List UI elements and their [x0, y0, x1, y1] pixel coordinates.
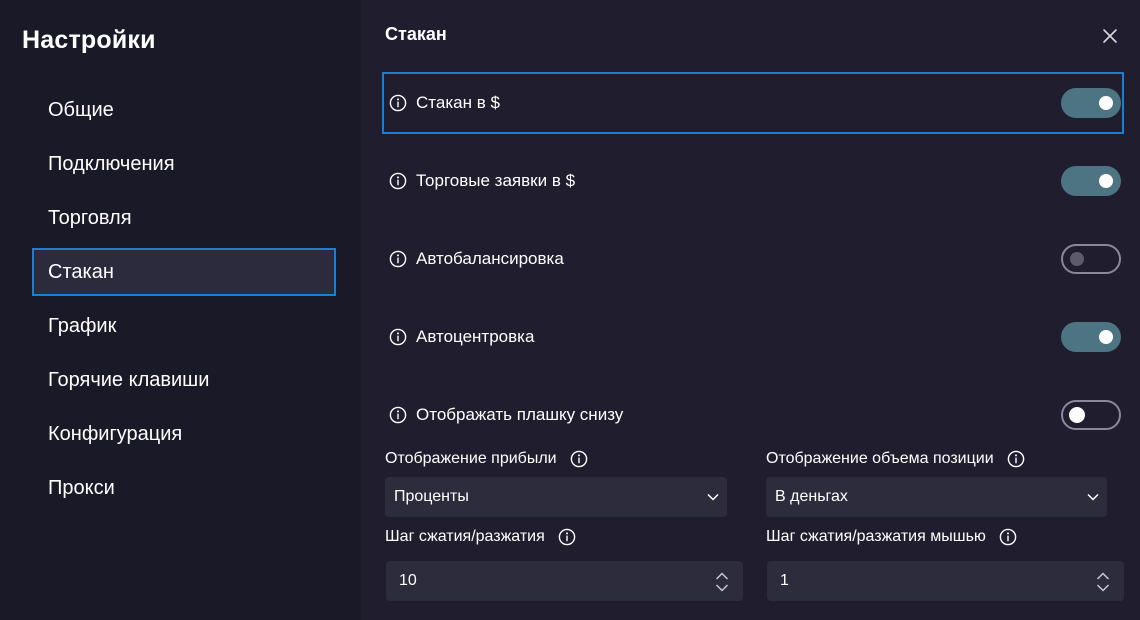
- info-icon[interactable]: [1007, 450, 1025, 468]
- sidebar-item-proxy[interactable]: Прокси: [32, 464, 336, 512]
- settings-panel: Стакан Стакан в $ Торговые заявки в $ Ав…: [361, 0, 1140, 620]
- toggle-knob: [1070, 252, 1084, 266]
- stepper-value: 1: [780, 572, 789, 589]
- info-icon[interactable]: [389, 328, 407, 346]
- info-icon[interactable]: [389, 94, 407, 112]
- select-value: Проценты: [394, 488, 469, 505]
- toggle-knob: [1099, 330, 1113, 344]
- toggle-row-bottom-bar: Отображать плашку снизу: [382, 384, 1124, 446]
- chevron-down-icon: [707, 493, 719, 501]
- toggle-label: Торговые заявки в $: [416, 171, 576, 190]
- toggle-label: Автобалансировка: [416, 249, 564, 268]
- sidebar-item-hotkeys[interactable]: Горячие клавиши: [32, 356, 336, 404]
- zoom-step-input[interactable]: 10: [386, 561, 743, 601]
- info-icon[interactable]: [389, 406, 407, 424]
- settings-sidebar: Настройки Общие Подключения Торговля Ста…: [0, 0, 361, 620]
- sidebar-item-configuration[interactable]: Конфигурация: [32, 410, 336, 458]
- toggle-label: Стакан в $: [416, 93, 500, 112]
- order-book-usd-toggle[interactable]: [1061, 88, 1121, 118]
- sidebar-item-general[interactable]: Общие: [32, 86, 336, 134]
- mouse-zoom-step-label-text: Шаг сжатия/разжатия мышью: [766, 528, 986, 545]
- sidebar-item-connections[interactable]: Подключения: [32, 140, 336, 188]
- toggle-row-autobalance: Автобалансировка: [382, 228, 1124, 290]
- autocenter-toggle[interactable]: [1061, 322, 1121, 352]
- panel-title: Стакан: [385, 24, 447, 44]
- profit-display-label: Отображение прибыли: [385, 450, 588, 468]
- position-volume-label: Отображение объема позиции: [766, 450, 1025, 468]
- profit-display-label-text: Отображение прибыли: [385, 450, 557, 467]
- toggle-row-autocenter: Автоцентровка: [382, 306, 1124, 368]
- toggle-knob: [1099, 96, 1113, 110]
- info-icon[interactable]: [999, 528, 1017, 546]
- zoom-step-label: Шаг сжатия/разжатия: [385, 528, 576, 546]
- toggle-label: Автоцентровка: [416, 327, 535, 346]
- mouse-zoom-step-label: Шаг сжатия/разжатия мышью: [766, 528, 1017, 546]
- toggle-row-orders-usd: Торговые заявки в $: [382, 150, 1124, 212]
- info-icon[interactable]: [558, 528, 576, 546]
- mouse-zoom-step-input[interactable]: 1: [767, 561, 1124, 601]
- stepper-arrows-icon[interactable]: [714, 571, 730, 593]
- profit-display-select[interactable]: Проценты: [385, 477, 727, 517]
- position-volume-select[interactable]: В деньгах: [766, 477, 1107, 517]
- select-value: В деньгах: [775, 488, 848, 505]
- stepper-arrows-icon[interactable]: [1095, 571, 1111, 593]
- toggle-label: Отображать плашку снизу: [416, 405, 624, 424]
- settings-nav: Общие Подключения Торговля Стакан График…: [32, 86, 336, 518]
- chevron-down-icon: [1087, 493, 1099, 501]
- info-icon[interactable]: [570, 450, 588, 468]
- sidebar-title: Настройки: [22, 26, 156, 54]
- orders-usd-toggle[interactable]: [1061, 166, 1121, 196]
- info-icon[interactable]: [389, 250, 407, 268]
- toggle-knob: [1099, 174, 1113, 188]
- sidebar-item-order-book[interactable]: Стакан: [32, 248, 336, 296]
- toggle-knob: [1069, 407, 1085, 423]
- sidebar-item-trading[interactable]: Торговля: [32, 194, 336, 242]
- zoom-step-label-text: Шаг сжатия/разжатия: [385, 528, 545, 545]
- stepper-value: 10: [399, 572, 417, 589]
- info-icon[interactable]: [389, 172, 407, 190]
- sidebar-item-chart[interactable]: График: [32, 302, 336, 350]
- toggle-row-order-book-usd: Стакан в $: [382, 72, 1124, 134]
- autobalance-toggle[interactable]: [1061, 244, 1121, 274]
- bottom-bar-toggle[interactable]: [1061, 400, 1121, 430]
- close-icon[interactable]: [1101, 27, 1119, 45]
- position-volume-label-text: Отображение объема позиции: [766, 450, 994, 467]
